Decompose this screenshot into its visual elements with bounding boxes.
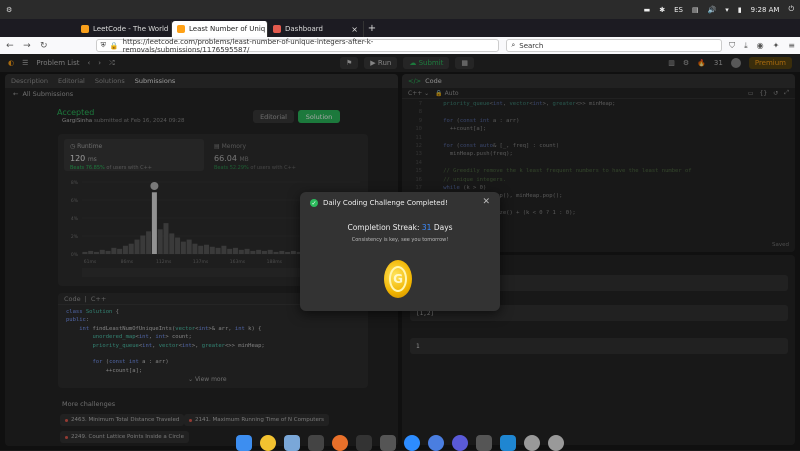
wifi-icon[interactable]: ▾ [725, 6, 729, 14]
finder-icon[interactable] [236, 435, 252, 451]
settings-app-2-icon[interactable] [548, 435, 564, 451]
volume-icon[interactable]: 🔊 [708, 6, 717, 14]
clipboard-icon[interactable]: ▤ [692, 6, 699, 14]
tab-leetcode-home[interactable]: LeetCode - The World × [76, 21, 172, 37]
search-placeholder: Search [519, 41, 544, 50]
monitor-icon[interactable] [452, 435, 468, 451]
tab-label: Least Number of Uniq [189, 25, 266, 33]
tools-icon[interactable] [380, 435, 396, 451]
tab-label: Dashboard [285, 25, 323, 33]
check-icon: ✓ [310, 199, 318, 207]
browser-tab-bar: LeetCode - The World × Least Number of U… [0, 19, 800, 37]
download-icon[interactable]: ⤓ [744, 41, 748, 51]
tab-label: LeetCode - The World [93, 25, 169, 33]
close-icon[interactable]: ✕ [482, 197, 490, 207]
settings-app-icon[interactable] [524, 435, 540, 451]
leetcode-favicon-icon [177, 25, 185, 33]
streak-unit: Days [433, 223, 453, 232]
terminal-icon[interactable] [308, 435, 324, 451]
url-text: https://leetcode.com/problems/least-numb… [122, 37, 374, 54]
browser-nav-bar: ← → ↻ ⛨ 🔒 https://leetcode.com/problems/… [0, 37, 800, 54]
tab-dashboard[interactable]: Dashboard × [268, 21, 364, 37]
power-icon[interactable]: ⏻ [788, 5, 794, 14]
modal-subtitle: Consistency is key, see you tomorrow! [351, 237, 449, 243]
chat-icon[interactable] [404, 435, 420, 451]
dashboard-favicon-icon [273, 25, 281, 33]
daily-challenge-modal: ✓ Daily Coding Challenge Completed! ✕ Co… [300, 192, 500, 311]
taskbar-dock [222, 435, 578, 451]
lang-indicator[interactable]: ES [674, 6, 683, 14]
shield-icon: ⛨ [100, 41, 106, 49]
clock[interactable]: 9:28 AM [751, 6, 780, 14]
lock-icon: 🔒 [109, 41, 119, 50]
account-icon[interactable]: ◉ [757, 41, 764, 51]
search-input[interactable]: ⌕ Search [506, 39, 723, 52]
search-icon: ⌕ [511, 41, 516, 49]
forward-icon[interactable]: → [22, 41, 32, 51]
tab-problem[interactable]: Least Number of Uniq × [172, 21, 268, 37]
os-top-bar: ⚙ ▬ ✱ ES ▤ 🔊 ▾ ▮ 9:28 AM ⏻ [0, 0, 800, 19]
streak-number: 31 [421, 223, 432, 232]
extensions-icon[interactable]: ✦ [773, 41, 780, 51]
completion-streak: Completion Streak: 31 Days [300, 223, 500, 232]
pocket-icon[interactable]: ⛉ [729, 41, 735, 51]
chrome-icon[interactable] [260, 435, 276, 451]
os-menu-icon[interactable]: ⚙ [6, 6, 644, 14]
modal-title: Daily Coding Challenge Completed! [323, 199, 448, 207]
network-icon[interactable] [428, 435, 444, 451]
bluetooth-icon[interactable]: ✱ [659, 6, 665, 14]
vscode-icon[interactable] [500, 435, 516, 451]
new-tab-button[interactable]: + [364, 21, 380, 37]
leetcode-favicon-icon [81, 25, 89, 33]
firefox-icon[interactable] [332, 435, 348, 451]
back-icon[interactable]: ← [5, 41, 15, 51]
url-bar[interactable]: ⛨ 🔒 https://leetcode.com/problems/least-… [95, 37, 500, 54]
tray-icon[interactable]: ▬ [644, 6, 651, 14]
phone-icon[interactable] [356, 435, 372, 451]
gold-coin-icon: G [384, 260, 412, 298]
menu-icon[interactable]: ≡ [788, 41, 795, 51]
close-tab-icon[interactable]: × [351, 25, 358, 34]
console-icon[interactable] [476, 435, 492, 451]
reload-icon[interactable]: ↻ [39, 41, 49, 51]
battery-icon[interactable]: ▮ [738, 6, 742, 14]
streak-label: Completion Streak: [347, 223, 420, 232]
files-icon[interactable] [284, 435, 300, 451]
